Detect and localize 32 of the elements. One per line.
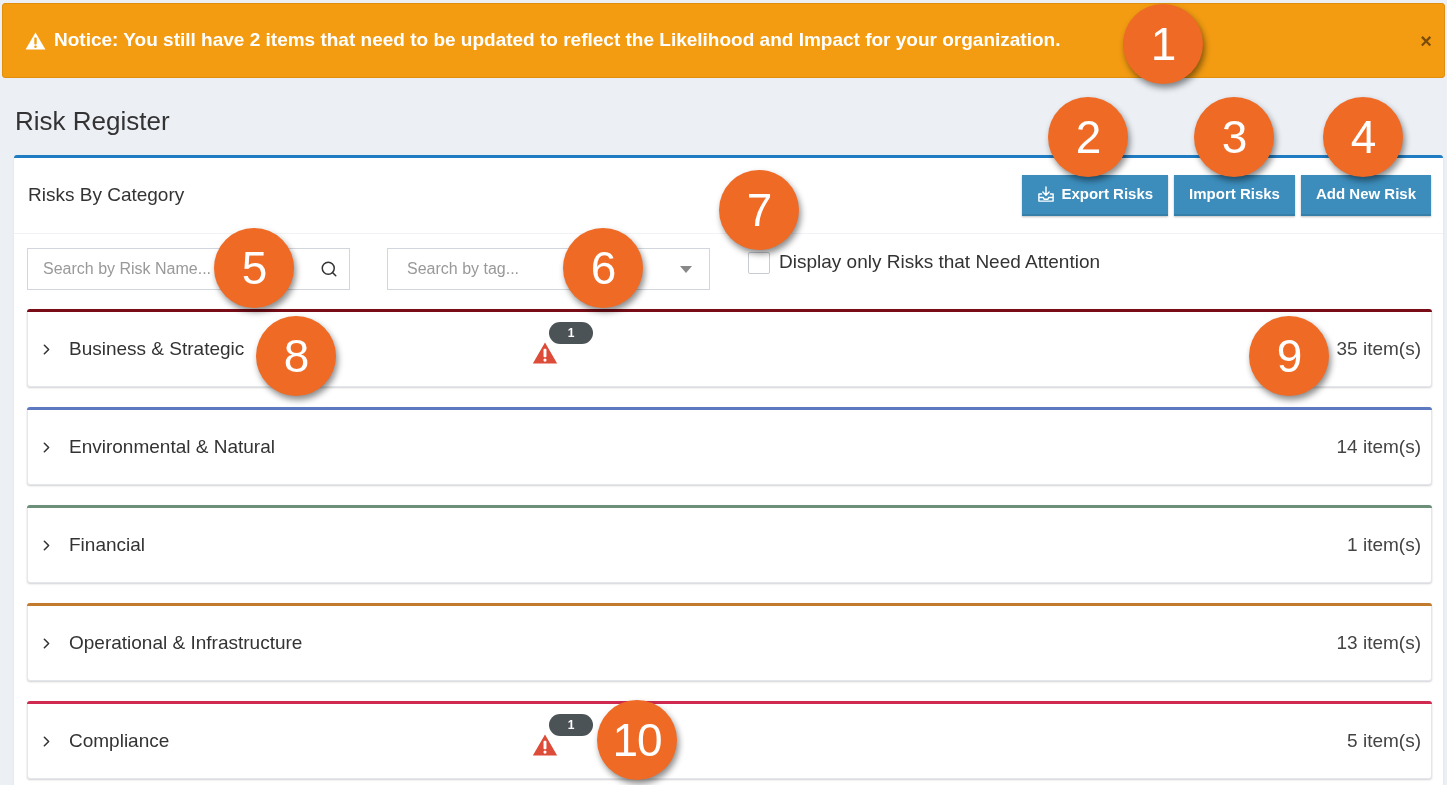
category-name: Financial [69,532,146,557]
warning-icon [532,734,558,756]
numbered-callout: 3 [1194,97,1274,177]
dropdown-caret-icon[interactable] [680,265,692,273]
warning-icon [25,31,46,50]
alert-count-badge: 1 [549,322,593,344]
item-count: 1 item(s) [1347,532,1421,557]
category-panel[interactable]: Financial 1 item(s) [27,505,1432,583]
toolbar-button[interactable]: Import Risks [1174,174,1295,216]
warning-icon [532,342,558,364]
attention-checkbox[interactable] [748,251,770,274]
toolbar-button[interactable]: Add New Risk [1300,174,1431,216]
numbered-callout: 4 [1323,97,1403,177]
notice-text: Notice: You still have 2 items that need to be updated to reflect the Likelihood and Impact for your organization. [54,28,1061,53]
item-count: 14 item(s) [1336,434,1421,459]
download-tray-icon [1037,186,1056,202]
category-name: Compliance [69,728,170,753]
card-title: Risks By Category [28,183,185,208]
category-name: Business & Strategic [69,336,245,361]
toolbar-button[interactable]: Export Risks [1022,174,1169,216]
category-panel[interactable]: Environmental & Natural 14 item(s) [27,407,1432,485]
category-name: Operational & Infrastructure [69,630,303,655]
alert-count-badge: 1 [549,714,593,736]
numbered-callout: 2 [1048,97,1128,177]
page-title: Risk Register [15,104,170,138]
category-panel[interactable]: Operational & Infrastructure 13 item(s) [27,603,1432,681]
category-name: Environmental & Natural [69,434,275,459]
item-count: 13 item(s) [1336,630,1421,655]
item-count: 35 item(s) [1336,336,1421,361]
checkbox-label[interactable]: Display only Risks that Need Attention [779,248,1101,277]
search-icon[interactable] [320,259,338,278]
item-count: 5 item(s) [1347,728,1421,753]
